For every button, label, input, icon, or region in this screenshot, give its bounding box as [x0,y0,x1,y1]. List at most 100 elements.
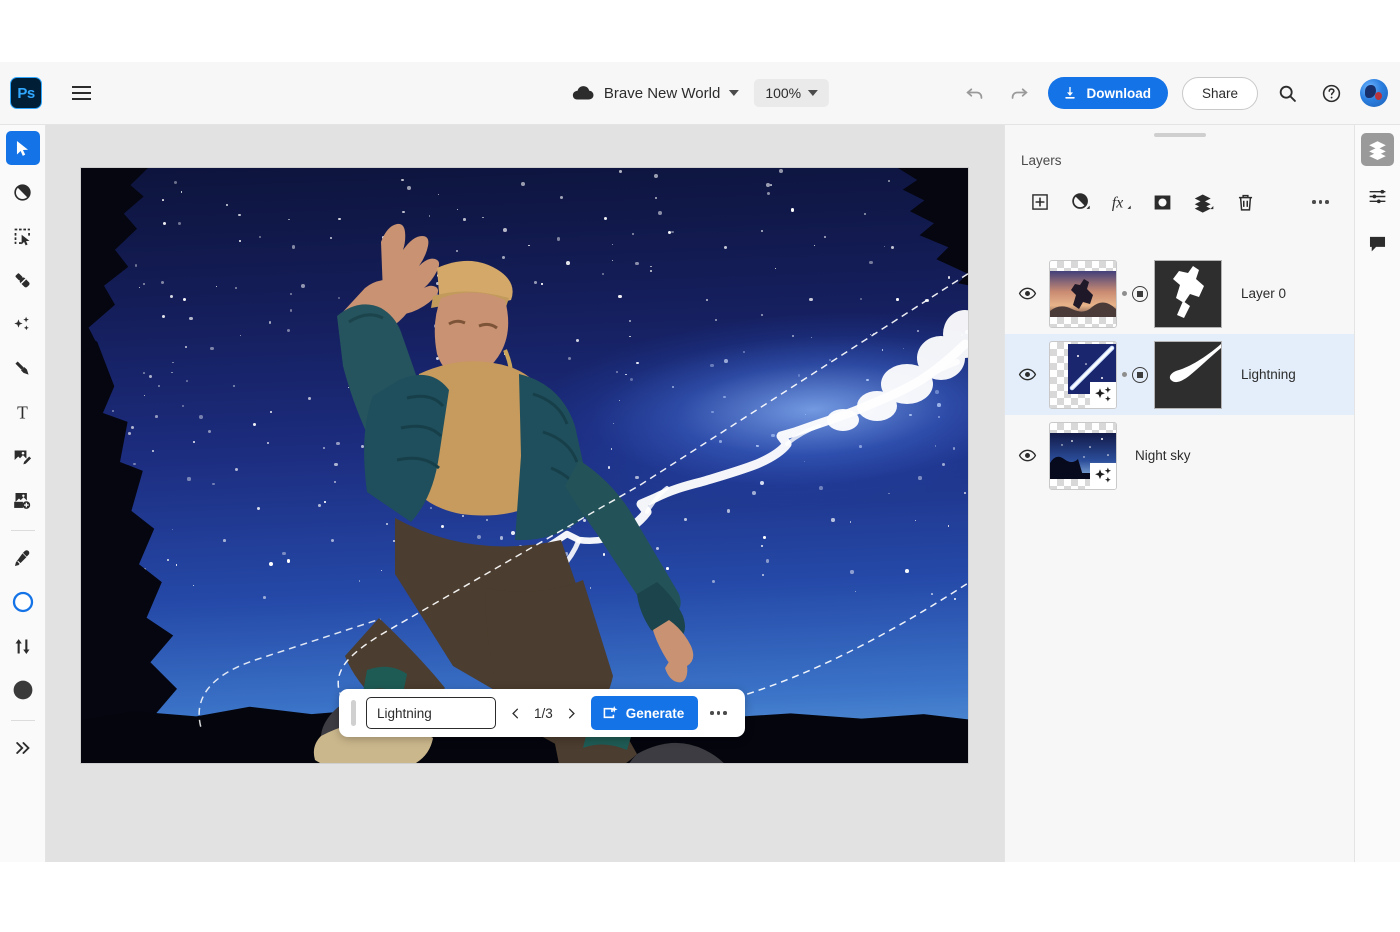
object-selection-tool[interactable] [6,219,40,253]
more-options-icon [1310,200,1331,204]
layer-visibility-toggle[interactable] [1005,446,1049,465]
mask-link-icon[interactable] [1132,285,1148,302]
drag-handle[interactable] [351,700,356,726]
image-edit-tool[interactable] [6,439,40,473]
document-title-group: Brave New World 100% [571,79,830,107]
generate-button[interactable]: Generate [590,696,699,730]
mask-link-icon[interactable] [1132,366,1148,383]
mask-square-icon [1155,195,1171,209]
image-edit-icon [14,450,32,464]
layer-row[interactable]: Night sky [1005,415,1355,496]
layer-mask-thumbnail[interactable] [1154,259,1222,328]
next-variation-button[interactable] [563,702,581,724]
chevron-right-icon [569,708,576,718]
contrast-circle-icon [14,183,31,201]
mask-link-dot [1122,291,1127,296]
adjustment-layer-button[interactable] [1060,185,1101,219]
undo-icon[interactable] [960,78,990,108]
panel-drag-handle[interactable] [1153,133,1206,137]
contextual-more-button[interactable] [708,711,729,715]
layer-row[interactable]: Lightning [1005,334,1355,415]
move-tool[interactable] [5,131,40,165]
zoom-level-selector[interactable]: 100% [754,79,830,107]
share-button[interactable]: Share [1181,76,1258,110]
search-icon[interactable] [1272,78,1302,108]
layers-panel-button[interactable] [1361,133,1394,166]
chevron-down-icon [808,90,819,96]
chevron-down-icon[interactable] [729,90,740,96]
layers-toolbar: fx [1019,185,1341,219]
document-title: Brave New World [603,84,721,102]
circle-outline-icon [12,591,33,613]
eyedropper-icon [14,549,30,566]
generative-fill-sparkle-icon [603,705,618,719]
layer-visibility-toggle[interactable] [1005,365,1049,384]
layers-more-button[interactable] [1300,185,1341,219]
mask-art [1155,260,1221,327]
layer-visibility-toggle[interactable] [1005,284,1049,303]
variation-counter: 1/3 [534,705,553,721]
photoshop-web-app: Ps Brave New World 100% Download Share T… [0,0,1400,932]
fx-icon: fx [1112,195,1131,212]
mask-link-dot [1122,372,1127,377]
sparkle-wand-icon [1094,386,1111,402]
healing-brush-icon [15,272,30,287]
brush-size-tool[interactable] [6,585,40,619]
add-layer-button[interactable] [1019,185,1060,219]
layer-thumbnail[interactable] [1049,340,1117,409]
layer-name: Layer 0 [1241,286,1287,301]
properties-panel-button[interactable] [1361,180,1394,213]
jumping-person [313,223,724,763]
spot-healing-brush-tool[interactable] [6,263,40,297]
adjustment-tool[interactable] [6,175,40,209]
layer-mask-thumbnail[interactable] [1154,340,1222,409]
delete-layer-button[interactable] [1225,185,1266,219]
brush-tool[interactable] [6,351,40,385]
eye-icon [1018,449,1036,462]
help-icon[interactable] [1316,78,1346,108]
filled-circle-icon [13,680,32,700]
layer-thumbnail[interactable] [1049,259,1117,328]
foreground-color-tool[interactable] [6,673,40,707]
toolbar-divider [10,530,35,531]
magic-wand-tool[interactable] [6,307,40,341]
type-tool[interactable]: T [6,395,40,429]
group-layers-button[interactable] [1184,185,1225,219]
plus-square-icon [1031,194,1048,210]
sparkle-wand-icon [1094,467,1111,483]
layer-effects-button[interactable]: fx [1101,185,1142,219]
download-label: Download [1086,85,1151,101]
photoshop-logo[interactable]: Ps [10,77,42,109]
layers-icon [1369,141,1386,160]
marquee-select-icon [14,228,30,245]
document-canvas[interactable]: 1/3 Generate [80,167,969,764]
eye-icon [1018,287,1036,300]
prompt-input[interactable] [366,697,496,729]
arrows-updown-icon [15,638,30,654]
cursor-arrow-icon [16,140,29,156]
top-app-bar: Ps Brave New World 100% Download Share [0,62,1400,125]
download-icon [1065,87,1076,99]
canvas-workspace[interactable]: 1/3 Generate [46,125,1004,862]
eyedropper-tool[interactable] [6,541,40,575]
half-circle-icon [1071,193,1090,209]
variation-navigator: 1/3 [506,702,581,724]
text-t-icon: T [17,402,28,422]
comments-panel-button[interactable] [1361,227,1394,260]
contextual-task-bar[interactable]: 1/3 Generate [339,689,745,737]
prev-variation-button[interactable] [506,702,524,724]
generative-fill-tool[interactable] [6,483,40,517]
add-mask-button[interactable] [1142,185,1183,219]
mask-art [1155,341,1221,408]
swap-colors-tool[interactable] [6,629,40,663]
download-button[interactable]: Download [1048,77,1168,109]
generated-badge [1090,381,1116,408]
top-actions-group: Download Share [960,76,1388,110]
hamburger-icon[interactable] [64,76,98,110]
more-tools-button[interactable] [6,731,40,765]
layer-thumbnail[interactable] [1049,421,1117,490]
layer-row[interactable]: Layer 0 [1005,253,1355,334]
layers-stack-icon [1194,194,1213,213]
redo-icon[interactable] [1004,78,1034,108]
avatar[interactable] [1360,79,1388,107]
